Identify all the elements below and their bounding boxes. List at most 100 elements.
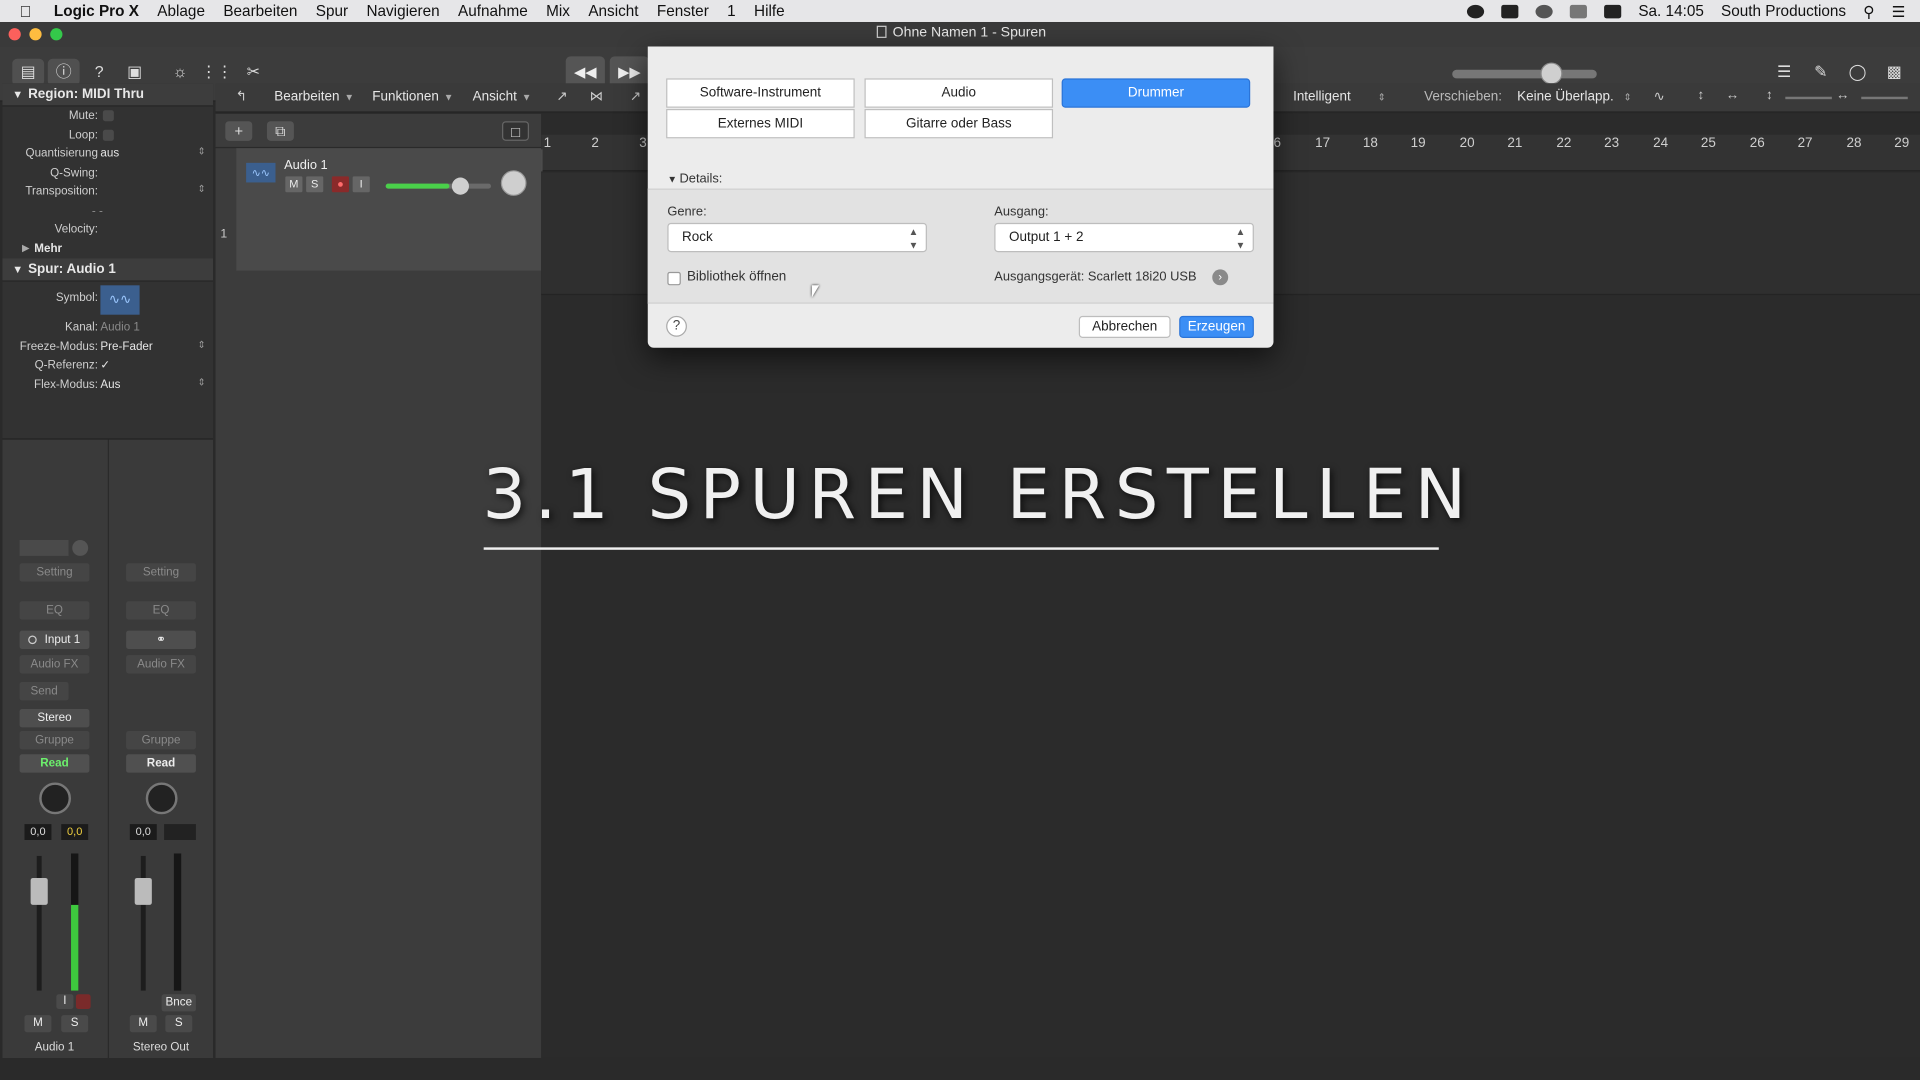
automation-read-button[interactable]: Read <box>126 754 196 773</box>
menu-app[interactable]: Logic Pro X <box>54 2 139 19</box>
notepad-icon[interactable]: ✎ <box>1805 59 1837 86</box>
eq-button[interactable]: EQ <box>19 601 90 620</box>
zoom-window-icon[interactable] <box>50 28 63 41</box>
stereo-link-icon[interactable]: ⚭ <box>126 630 196 649</box>
back-icon[interactable]: ↰ <box>228 88 255 108</box>
pan-value[interactable]: 0,0 <box>61 824 89 841</box>
spotlight-icon[interactable]: ⚲ <box>1863 2 1874 20</box>
volume-fader[interactable] <box>140 855 146 991</box>
disclosure-triangle-icon[interactable]: ▼ <box>12 83 23 106</box>
mixer-icon[interactable]: ⋮⋮ <box>201 59 233 86</box>
tracks-menu-edit[interactable]: Bearbeiten ▼ <box>274 89 354 104</box>
input-button[interactable]: Input 1 <box>19 630 90 649</box>
track-volume-cap[interactable] <box>451 177 469 195</box>
input-monitor-button[interactable]: I <box>56 994 74 1009</box>
create-button[interactable]: Erzeugen <box>1179 315 1254 338</box>
send-button[interactable]: Send <box>19 682 69 701</box>
playhead-marker[interactable] <box>541 149 543 172</box>
details-disclosure[interactable]: ▼ Details: <box>667 171 722 186</box>
vertical-zoom-slider[interactable] <box>1785 96 1832 100</box>
gain-knob[interactable] <box>72 540 89 556</box>
loop-checkbox[interactable] <box>102 129 114 141</box>
open-library-checkbox[interactable] <box>667 271 681 286</box>
strip-name[interactable]: Audio 1 <box>2 1041 106 1054</box>
track-row[interactable]: ∿∿ Audio 1 M S ● I <box>236 148 542 271</box>
track-type-audio[interactable]: Audio <box>864 78 1054 108</box>
menu-ansicht[interactable]: Ansicht <box>588 2 638 19</box>
group-button[interactable]: Gruppe <box>126 731 196 750</box>
duplicate-track-button[interactable]: ⧉ <box>266 121 294 141</box>
bluetooth-icon[interactable] <box>1535 4 1553 18</box>
global-tracks-button[interactable]: □ <box>502 121 529 141</box>
arrow-right-icon[interactable]: › <box>1212 269 1229 286</box>
waveform-zoom-icon[interactable]: ∿ <box>1646 88 1673 108</box>
mute-checkbox[interactable] <box>102 110 114 122</box>
automation-read-button[interactable]: Read <box>19 754 90 773</box>
menu-bearbeiten[interactable]: Bearbeiten <box>223 2 297 19</box>
airplay-icon[interactable] <box>1604 4 1622 18</box>
menu-mix[interactable]: Mix <box>546 2 570 19</box>
stepper-icon[interactable]: ⇕ <box>198 339 206 350</box>
audio-fx-button[interactable]: Audio FX <box>126 655 196 674</box>
track-input-monitor-button[interactable]: I <box>352 176 370 193</box>
notification-center-icon[interactable]: ☰ <box>1892 2 1906 20</box>
output-popup[interactable]: Output 1 + 2 ▲ ▼ <box>994 222 1254 253</box>
menu-aufnahme[interactable]: Aufnahme <box>458 2 528 19</box>
quick-help-icon[interactable]: ? <box>83 59 115 86</box>
automation-icon[interactable]: ↗ <box>549 88 576 108</box>
input-monitor-icon[interactable] <box>28 635 38 645</box>
menu-1[interactable]: 1 <box>727 2 736 19</box>
track-type-software-instrument[interactable]: Software-Instrument <box>666 78 855 108</box>
toolbar-icon[interactable]: ▣ <box>119 59 151 86</box>
wifi-icon[interactable] <box>1569 4 1587 18</box>
volume-value[interactable]: 0,0 <box>24 824 52 841</box>
mute-button[interactable]: M <box>129 1015 157 1033</box>
horizontal-zoom-slider[interactable] <box>1861 96 1908 100</box>
region-velocity-row[interactable]: Velocity: <box>2 220 213 239</box>
vertical-zoom-icon[interactable]: ↕ <box>1756 88 1783 108</box>
flex-icon[interactable]: ⋈ <box>583 88 610 108</box>
region-header[interactable]: ▼ Region: MIDI Thru <box>2 83 214 107</box>
track-pan-knob[interactable] <box>500 170 527 196</box>
menu-fenster[interactable]: Fenster <box>657 2 709 19</box>
pan-value[interactable] <box>164 824 196 841</box>
horizontal-fit-icon[interactable]: ↔ <box>1719 88 1746 108</box>
track-type-drummer[interactable]: Drummer <box>1061 78 1251 108</box>
snap-popup[interactable]: Intelligent ⇕ <box>1293 89 1386 104</box>
add-track-button[interactable]: + <box>225 121 253 141</box>
gain-field[interactable] <box>19 540 69 556</box>
strip-name[interactable]: Stereo Out <box>109 1041 213 1054</box>
record-status-icon[interactable] <box>1466 4 1485 18</box>
record-enable-button[interactable] <box>75 994 91 1009</box>
track-mute-button[interactable]: M <box>285 176 303 193</box>
waveform-icon[interactable]: ∿∿ <box>100 285 140 315</box>
track-solo-button[interactable]: S <box>306 176 324 193</box>
tracks-menu-functions[interactable]: Funktionen ▼ <box>372 89 453 104</box>
menu-hilfe[interactable]: Hilfe <box>754 2 785 19</box>
app-status-icon[interactable] <box>1501 4 1519 18</box>
open-library-label[interactable]: Bibliothek öffnen <box>687 269 786 284</box>
track-type-guitar-bass[interactable]: Gitarre oder Bass <box>864 108 1054 139</box>
library-icon[interactable]: ▤ <box>12 58 45 86</box>
group-button[interactable]: Gruppe <box>19 731 90 750</box>
editors-icon[interactable]: ✂ <box>238 59 270 86</box>
track-qref-row[interactable]: Q-Referenz: ✓ <box>2 356 213 375</box>
solo-button[interactable]: S <box>165 1015 193 1033</box>
close-window-icon[interactable] <box>8 28 21 41</box>
track-header[interactable]: ▼ Spur: Audio 1 <box>2 258 214 282</box>
region-qswing-row[interactable]: Q-Swing: <box>2 163 213 182</box>
loop-browser-icon[interactable]: ◯ <box>1842 59 1874 86</box>
stepper-icon[interactable]: ⇕ <box>198 184 206 195</box>
browsers-icon[interactable]: ▩ <box>1878 59 1910 86</box>
setting-button[interactable]: Setting <box>126 563 196 582</box>
setting-button[interactable]: Setting <box>19 563 90 582</box>
region-transpose-row[interactable]: Transposition: ⇕ <box>2 182 213 201</box>
master-volume-knob[interactable] <box>1540 62 1563 85</box>
volume-fader[interactable] <box>36 855 42 991</box>
disclosure-triangle-icon[interactable]: ▼ <box>12 258 23 281</box>
menu-navigieren[interactable]: Navigieren <box>366 2 439 19</box>
pan-knob[interactable] <box>39 782 72 815</box>
menu-spur[interactable]: Spur <box>316 2 348 19</box>
menubar-user[interactable]: South Productions <box>1721 2 1846 19</box>
menu-ablage[interactable]: Ablage <box>157 2 205 19</box>
